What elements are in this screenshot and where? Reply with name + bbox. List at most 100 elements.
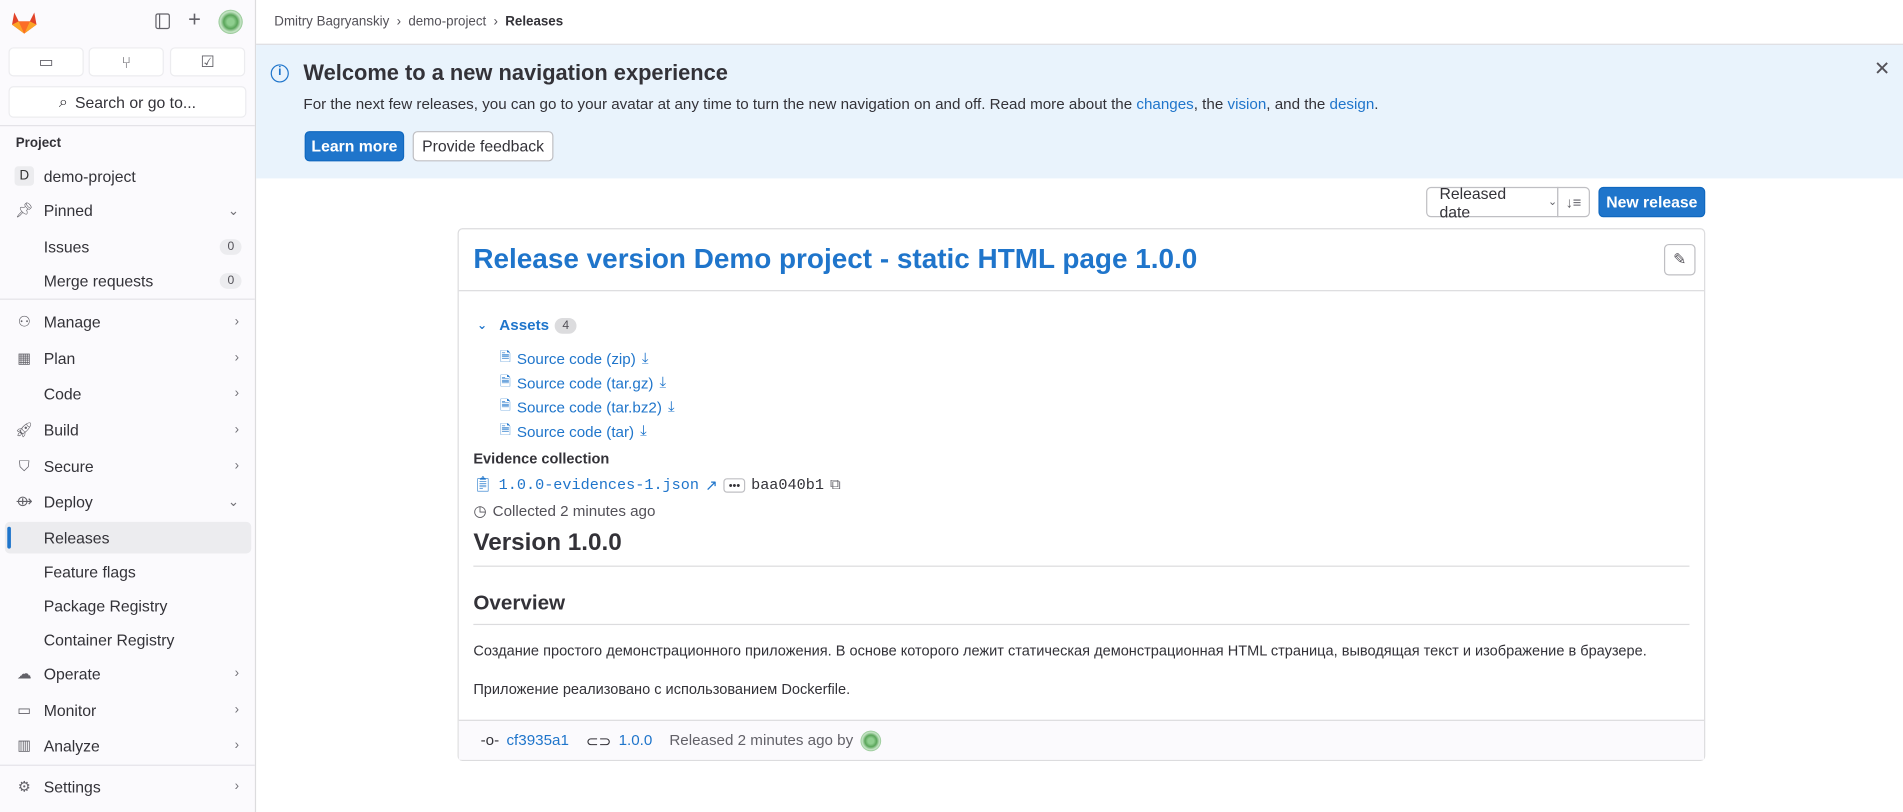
todo-button[interactable]: ☑ xyxy=(169,47,246,77)
sidebar-item-plan[interactable]: ▦ Plan › xyxy=(5,342,251,374)
info-icon: i xyxy=(270,64,289,83)
release-card: Release version Demo project - static HT… xyxy=(457,228,1706,761)
download-icon[interactable]: ⤓ xyxy=(660,374,667,392)
external-link-icon[interactable]: ↗ xyxy=(705,476,718,494)
sidebar-toggle-icon[interactable] xyxy=(155,13,170,30)
asset-link[interactable]: Source code (tar) xyxy=(517,423,634,440)
deploy-icon: ⟴ xyxy=(15,492,33,510)
asset-link[interactable]: Source code (zip) xyxy=(517,350,636,367)
sort-direction-button[interactable]: ↓≡ xyxy=(1557,186,1590,218)
description-paragraph: Создание простого демонстрационного прил… xyxy=(473,642,1647,660)
users-icon: ⚇ xyxy=(17,313,31,331)
divider xyxy=(473,623,1690,626)
sidebar-item-container-registry[interactable]: Container Registry xyxy=(5,624,251,656)
chevron-icon: ⌄ xyxy=(227,203,240,218)
close-icon[interactable]: ✕ xyxy=(1874,57,1890,81)
chevron-right-icon: › xyxy=(396,14,402,30)
sidebar-item-label: Feature flags xyxy=(43,562,136,581)
sidebar-item-releases[interactable]: Releases xyxy=(4,521,252,554)
sidebar-item-deploy[interactable]: ⟴ Deploy ⌄ xyxy=(5,485,251,517)
asset-link[interactable]: Source code (tar.bz2) xyxy=(517,399,662,416)
assets-toggle[interactable]: ⌄ Assets 4 xyxy=(477,317,577,334)
sidebar-item-label: Code xyxy=(43,384,82,403)
provide-feedback-button[interactable]: Provide feedback xyxy=(412,131,554,162)
download-icon[interactable]: ⤓ xyxy=(642,350,649,368)
sidebar-item-secure[interactable]: ⛉ Secure › xyxy=(5,450,251,482)
sidebar-item-package-registry[interactable]: Package Registry xyxy=(5,590,251,622)
released-text: Released 2 minutes ago by xyxy=(669,731,854,749)
breadcrumb-project[interactable]: demo-project xyxy=(408,15,486,30)
merge-requests-button[interactable]: ⑂ xyxy=(88,47,164,77)
clipboard-icon: 📋︎ xyxy=(473,475,493,493)
download-icon[interactable]: ⤓ xyxy=(668,398,675,416)
project-avatar: D xyxy=(14,166,34,186)
pin-icon: 📌︎ xyxy=(15,201,34,219)
evidence-file-link[interactable]: 1.0.0-evidences-1.json xyxy=(499,476,699,493)
learn-more-button[interactable]: Learn more xyxy=(304,131,405,162)
commit-icon: -o- xyxy=(480,731,500,749)
breadcrumb-user[interactable]: Dmitry Bagryanskiy xyxy=(274,15,389,30)
sidebar-item-merge-requests[interactable]: Merge requests 0 xyxy=(5,265,251,297)
count-badge: 0 xyxy=(220,238,242,255)
evidence-sha: baa040b1 xyxy=(751,476,824,494)
copy-icon[interactable]: ⧉ xyxy=(830,476,841,494)
sort-lowest-icon: ↓≡ xyxy=(1565,193,1582,211)
sidebar-item-operate[interactable]: ☁ Operate › xyxy=(5,658,251,690)
asset-item: 🗎︎ Source code (tar.bz2) ⤓ xyxy=(500,396,675,419)
chevron-icon: › xyxy=(234,350,240,366)
sidebar-item-analyze[interactable]: ▥ Analyze › xyxy=(5,729,251,761)
section-label: Project xyxy=(15,135,62,151)
sidebar-project[interactable]: Ddemo-project xyxy=(5,160,251,192)
avatar[interactable] xyxy=(218,9,243,34)
asset-link[interactable]: Source code (tar.gz) xyxy=(517,374,654,391)
chevron-icon: › xyxy=(234,422,240,437)
sidebar-item-feature-flags[interactable]: Feature flags xyxy=(5,556,251,588)
download-icon[interactable]: ⤓ xyxy=(640,422,647,440)
changes-link[interactable]: changes xyxy=(1136,96,1193,113)
sidebar-item-monitor[interactable]: ▭ Monitor › xyxy=(5,694,251,726)
sidebar-item-label: Analyze xyxy=(43,736,100,755)
divider xyxy=(0,125,255,127)
sidebar-item-build[interactable]: 🚀︎ Build › xyxy=(5,414,251,446)
issues-button[interactable]: ▭ xyxy=(8,47,84,77)
sidebar-item-manage[interactable]: ⚇ Manage › xyxy=(5,306,251,338)
gitlab-logo-icon[interactable] xyxy=(11,10,38,35)
divider xyxy=(473,565,1690,567)
sidebar-item-label: Deploy xyxy=(43,492,93,511)
sort-label: Released date xyxy=(1439,183,1507,221)
tag-link[interactable]: 1.0.0 xyxy=(619,732,653,749)
chevron-icon: › xyxy=(234,314,240,329)
release-title[interactable]: Release version Demo project - static HT… xyxy=(473,243,1197,276)
todo-icon: ☑ xyxy=(200,52,215,71)
sidebar-item-label: Merge requests xyxy=(43,271,154,290)
version-heading: Version 1.0.0 xyxy=(473,529,622,556)
sidebar-item-code[interactable]: Code › xyxy=(5,377,251,409)
vision-link[interactable]: vision xyxy=(1227,96,1266,113)
sidebar-item-settings[interactable]: ⚙ Settings › xyxy=(5,771,251,803)
design-link[interactable]: design xyxy=(1330,96,1375,113)
sidebar-item-label: Operate xyxy=(43,664,101,683)
project-name: demo-project xyxy=(43,166,136,186)
chevron-down-icon: ⌄ xyxy=(1548,195,1558,208)
chevron-icon: › xyxy=(234,702,240,718)
search-button[interactable]: ⌕ Search or go to... xyxy=(8,86,247,118)
new-release-button[interactable]: New release xyxy=(1598,186,1706,218)
commit-link[interactable]: cf3935a1 xyxy=(506,732,568,749)
sidebar-item-label: Package Registry xyxy=(43,596,168,615)
sort-dropdown[interactable]: Released date ⌄ xyxy=(1426,183,1559,221)
sidebar-item-label: Pinned xyxy=(43,200,93,220)
author-avatar[interactable] xyxy=(860,730,882,751)
edit-release-button[interactable]: ✎ xyxy=(1663,243,1696,276)
banner-text-part: For the next few releases, you can go to… xyxy=(303,95,1137,113)
divider xyxy=(0,764,255,766)
sidebar-item-issues[interactable]: Issues 0 xyxy=(5,231,251,263)
collected-row: ◷ Collected 2 minutes ago xyxy=(473,501,655,520)
chevron-icon: › xyxy=(234,737,240,753)
expand-sha-button[interactable]: ••• xyxy=(723,477,746,493)
sidebar-item-label: Releases xyxy=(43,528,110,547)
plus-icon[interactable]: + xyxy=(188,7,201,32)
chevron-icon: › xyxy=(234,666,240,681)
sidebar-item-label: Issues xyxy=(43,237,90,256)
sidebar-item-label: Container Registry xyxy=(43,630,175,649)
sidebar-item-pinned[interactable]: 📌︎ Pinned ⌄ xyxy=(5,194,251,226)
